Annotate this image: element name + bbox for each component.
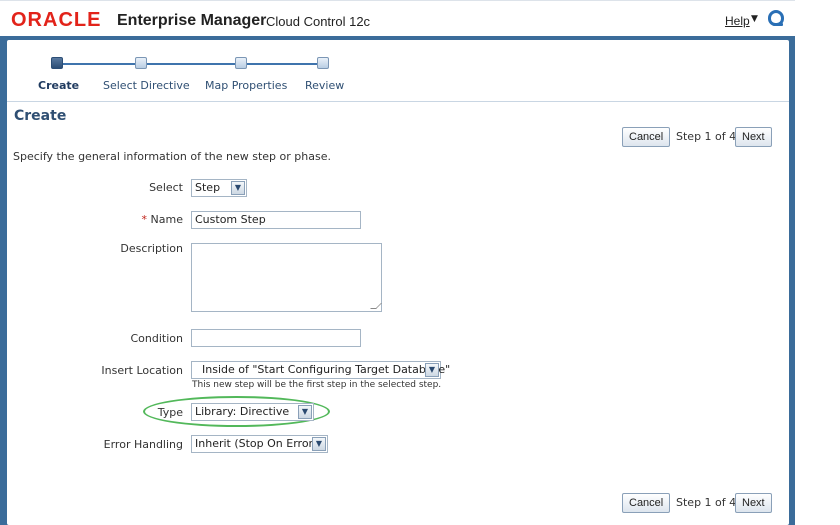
content-panel [7,40,789,525]
app-header: ORACLE Enterprise Manager Cloud Control … [0,0,795,36]
next-button-bottom[interactable]: Next [735,493,772,513]
train-label-select-directive[interactable]: Select Directive [103,79,190,92]
name-label: * Name [141,213,183,226]
intro-text: Specify the general information of the n… [13,150,331,163]
help-menu[interactable]: Help [725,14,750,28]
condition-input[interactable] [191,329,361,347]
step-indicator-top: Step 1 of 4 [676,130,737,143]
chevron-down-icon[interactable]: ▼ [298,405,312,419]
help-caret-icon[interactable]: ▼ [751,14,758,24]
chevron-down-icon[interactable]: ▼ [231,181,245,195]
chevron-down-icon[interactable]: ▼ [312,437,326,451]
type-dropdown[interactable]: Library: Directive ▼ [191,403,314,421]
type-label: Type [157,406,183,419]
error-handling-dropdown[interactable]: Inherit (Stop On Error) ▼ [191,435,328,453]
insert-location-label: Insert Location [101,364,183,377]
oracle-logo: ORACLE [11,9,102,31]
train-label-map-properties[interactable]: Map Properties [205,79,287,92]
condition-label: Condition [130,332,184,345]
error-handling-value: Inherit (Stop On Error) [195,437,318,450]
product-version: Cloud Control 12c [266,14,371,29]
select-label: Select [149,181,183,194]
train-stop-review[interactable] [317,57,329,69]
cancel-button-top[interactable]: Cancel [622,127,671,147]
insert-location-value: Inside of "Start Configuring Target Data… [202,363,451,376]
insert-location-dropdown[interactable]: Inside of "Start Configuring Target Data… [191,361,450,379]
select-dropdown[interactable]: Step ▼ [191,179,247,197]
resize-handle-icon[interactable] [370,303,382,309]
page-margin [795,0,840,525]
select-value: Step [195,181,221,194]
help-icon[interactable] [768,10,784,26]
train-label-create: Create [38,79,80,92]
train-connector [58,63,324,65]
chevron-down-icon[interactable]: ▼ [425,363,439,377]
type-value: Library: Directive [195,405,290,418]
description-textarea[interactable] [191,243,382,312]
insert-location-hint: This new step will be the first step in … [192,380,442,390]
train-label-review[interactable]: Review [305,79,344,92]
cancel-button-bottom[interactable]: Cancel [622,493,671,513]
product-name: Enterprise Manager [117,12,267,29]
train-stop-select-directive[interactable] [135,57,147,69]
step-indicator-bottom: Step 1 of 4 [676,496,737,509]
name-input[interactable]: Custom Step [191,211,361,229]
divider [7,101,789,102]
train-stop-map-properties[interactable] [235,57,247,69]
train-stop-create [51,57,63,69]
error-handling-label: Error Handling [103,438,183,451]
page-title: Create [14,108,67,124]
next-button-top[interactable]: Next [735,127,772,147]
description-label: Description [120,242,183,255]
